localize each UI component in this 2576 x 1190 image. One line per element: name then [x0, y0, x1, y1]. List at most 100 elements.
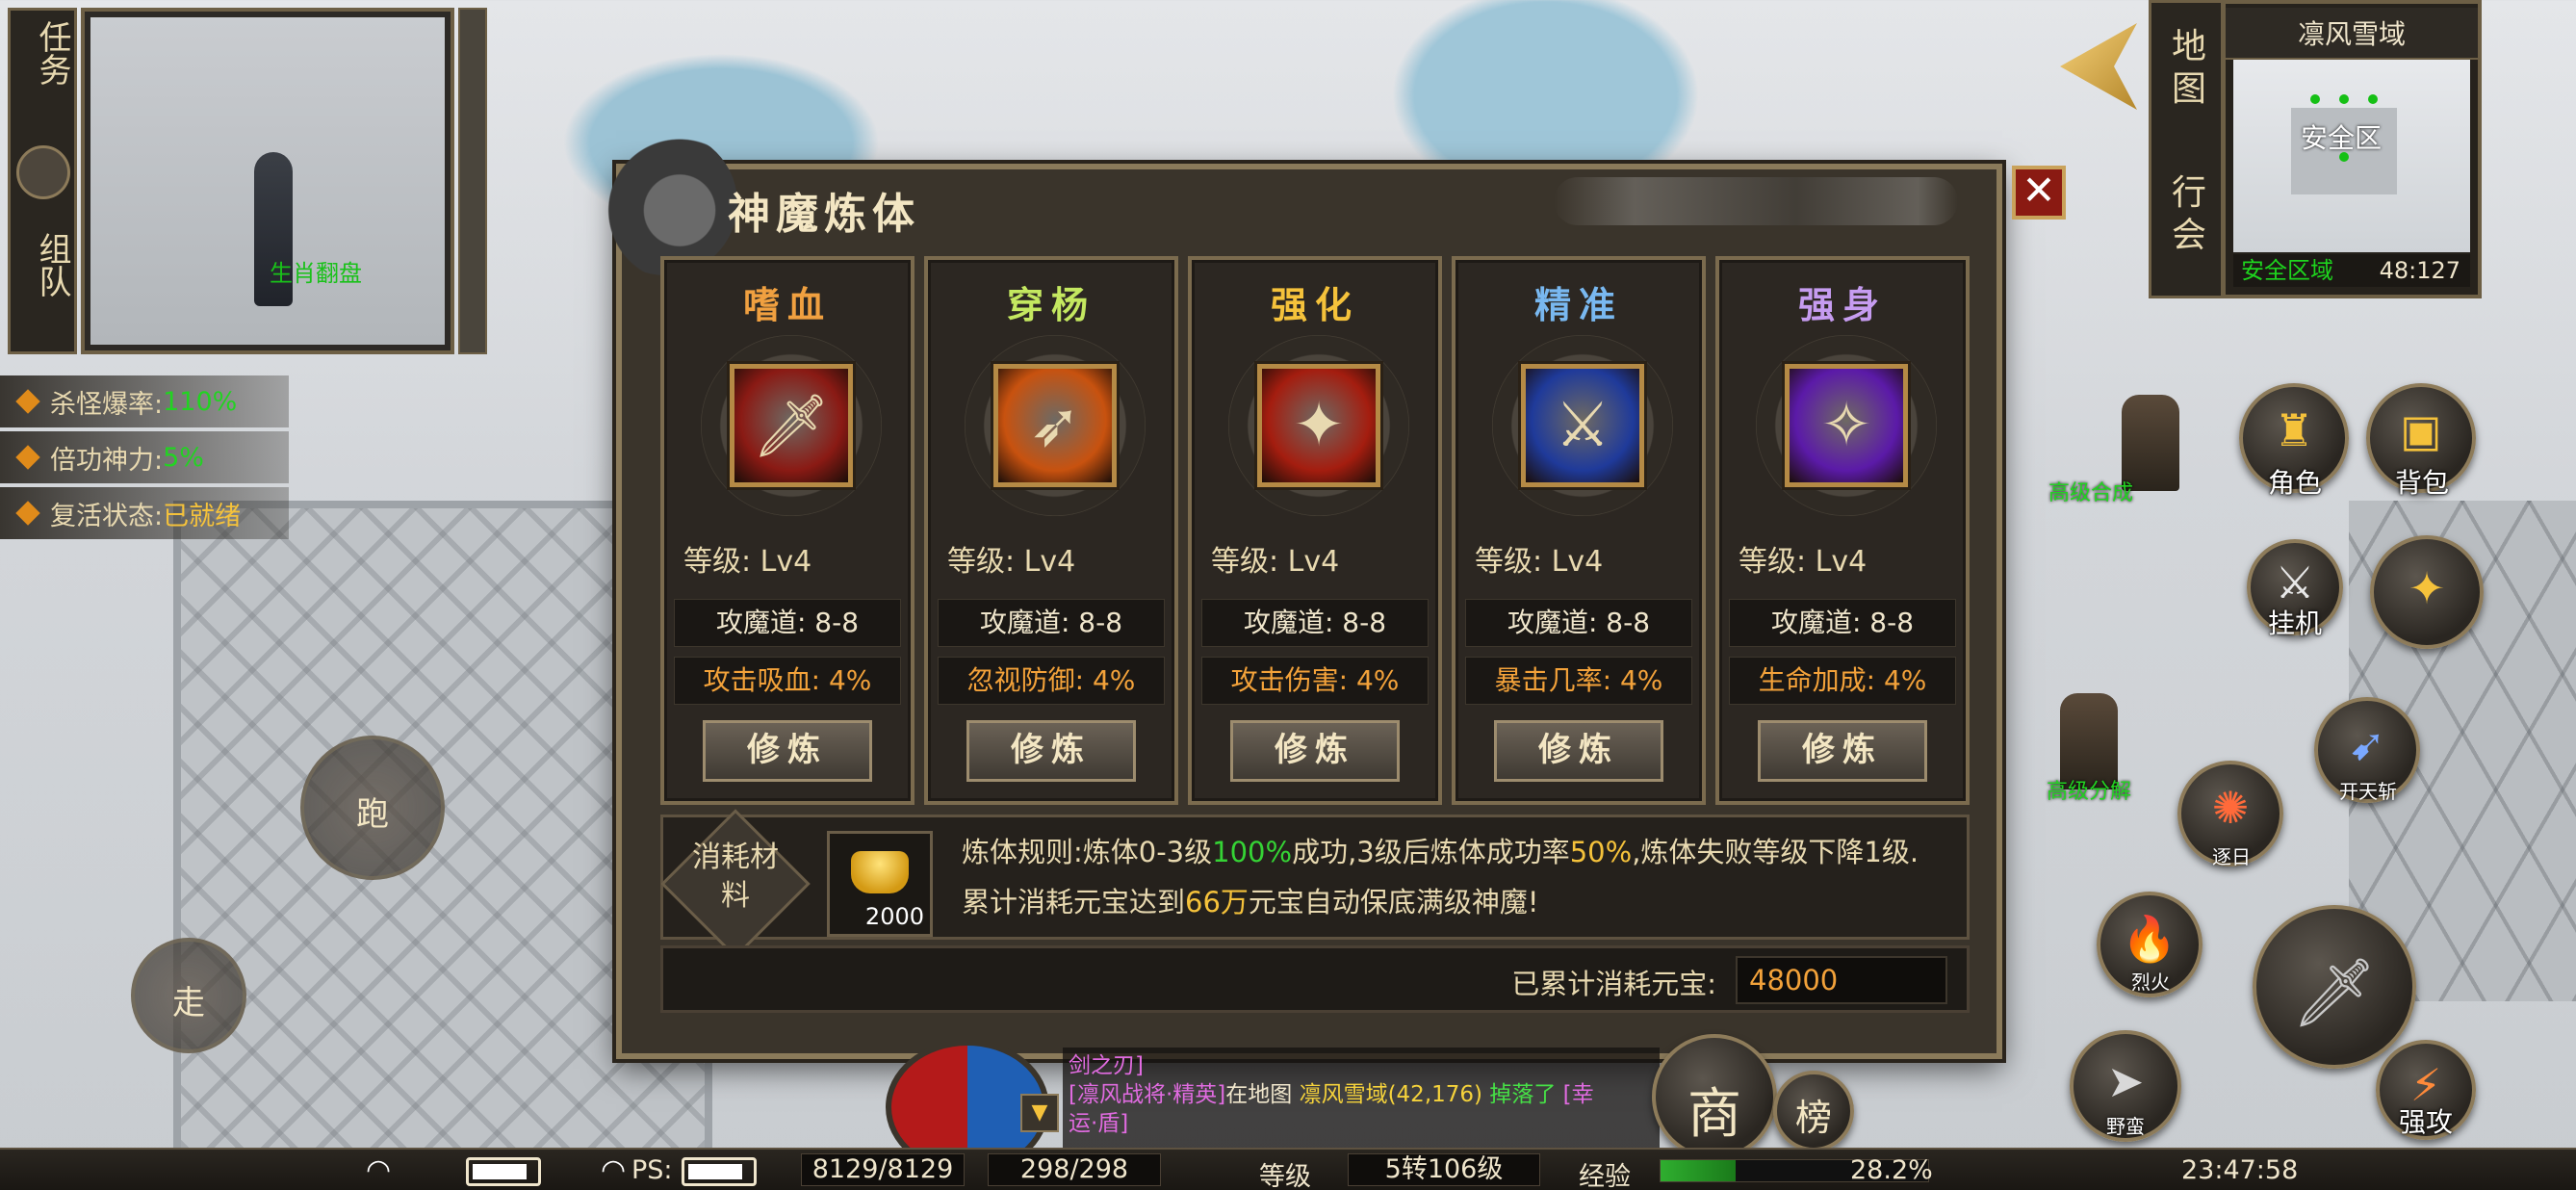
auto-battle-label: 挂机	[2267, 608, 2322, 639]
left-tab-column: 任务 组队	[8, 8, 77, 354]
card-attr-base: 攻魔道: 8-8	[1201, 599, 1429, 647]
fortify-icon[interactable]: ✧	[1785, 364, 1908, 487]
card-title: 强化	[1270, 283, 1359, 326]
map-name: 凛风雪域	[2226, 8, 2478, 60]
special-skill-button[interactable]: ✦	[2370, 535, 2484, 649]
rank-glyph: 榜	[1794, 1097, 1832, 1139]
status-bar: ◠ ◠ PS: 8129/8129 298/298 等级 5转106级 经验 2…	[0, 1148, 2576, 1190]
shop-button[interactable]: 商	[1652, 1034, 1777, 1159]
card-level: 等级: Lv4	[683, 545, 812, 579]
portrait-view: 生肖翻盘	[90, 17, 445, 345]
bag-icon: ▣	[2400, 404, 2442, 456]
card-title: 穿杨	[1006, 283, 1095, 326]
main-attack-button[interactable]: 🗡	[2253, 905, 2416, 1069]
train-button[interactable]: 修炼	[1758, 720, 1927, 782]
navigation-arrow-icon[interactable]	[2060, 23, 2137, 110]
card-level: 等级: Lv4	[1739, 545, 1868, 579]
collapse-panel-button[interactable]	[458, 8, 487, 354]
battery-icon	[466, 1157, 541, 1186]
refine-body-dialog: 神魔炼体 嗜血 🗡 等级: Lv4 攻魔道: 8-8 攻击吸血: 4% 修炼 穿…	[593, 131, 2002, 1059]
sword-icon: 🗡	[2291, 953, 2378, 1032]
stat-row: 倍功神力: 5%	[0, 431, 289, 483]
ranking-button[interactable]: 榜	[1773, 1071, 1854, 1151]
battery-ps-icon	[682, 1157, 757, 1186]
skill-label: 烈火	[2131, 970, 2170, 994]
skill-cards: 嗜血 🗡 等级: Lv4 攻魔道: 8-8 攻击吸血: 4% 修炼 穿杨 ➶ 等…	[660, 256, 1970, 805]
hp-value: 8129/8129	[801, 1153, 965, 1186]
refresh-icon[interactable]	[16, 145, 70, 199]
wifi-icon: ◠	[366, 1153, 392, 1187]
precision-icon[interactable]: ⚔	[1521, 364, 1644, 487]
bag-label: 背包	[2394, 467, 2449, 499]
total-consumed-label: 已累计消耗元宝:	[1511, 968, 1716, 1000]
blade-icon: ➹	[2348, 718, 2386, 770]
map-tab-column: 地图 行会	[2149, 0, 2224, 298]
skill-card-precision: 精准 ⚔ 等级: Lv4 攻魔道: 8-8 暴击几率: 4% 修炼	[1452, 256, 1706, 805]
level-label: 等级	[1259, 1162, 1311, 1190]
safe-area-label: 安全区	[2301, 122, 2383, 154]
tab-task[interactable]: 任务	[14, 20, 71, 86]
chat-line: [凛风战将·精英]在地图 凛风雪域(42,176) 掉落了 [幸	[1069, 1082, 1594, 1107]
consume-area: 消耗材料 2000 炼体规则:炼体0-3级100%成功,3级后炼体成功率50%,…	[660, 809, 1970, 959]
card-attr-bonus: 攻击吸血: 4%	[674, 657, 901, 705]
card-attr-bonus: 攻击伤害: 4%	[1201, 657, 1429, 705]
skill-card-fortify: 强身 ✧ 等级: Lv4 攻魔道: 8-8 生命加成: 4% 修炼	[1715, 256, 1970, 805]
close-button[interactable]: ✕	[2012, 166, 2066, 220]
tab-team[interactable]: 组队	[14, 232, 71, 298]
character-label: 角色	[2267, 467, 2322, 499]
signal-icon: ◠	[601, 1153, 627, 1187]
diamond-icon	[15, 445, 40, 470]
clock: 23:47:58	[2181, 1155, 2299, 1185]
dragon-ornament-right-icon	[1554, 177, 1958, 225]
card-level: 等级: Lv4	[1211, 545, 1340, 579]
stat-label: 复活状态:	[50, 501, 164, 531]
level-value: 5转106级	[1348, 1153, 1540, 1186]
train-button[interactable]: 修炼	[1494, 720, 1663, 782]
card-title: 精准	[1533, 283, 1623, 326]
card-attr-base: 攻魔道: 8-8	[1729, 599, 1956, 647]
exp-label: 经验	[1579, 1162, 1631, 1190]
gold-ingot-slot[interactable]: 2000	[827, 831, 933, 937]
chat-toggle-icon[interactable]: ▼	[1020, 1094, 1059, 1132]
tab-guild[interactable]: 行会	[2161, 172, 2217, 257]
card-title: 嗜血	[742, 283, 832, 326]
coordinates: 48:127	[2379, 257, 2460, 284]
run-button[interactable]: 跑	[300, 736, 445, 880]
train-button[interactable]: 修炼	[1230, 720, 1400, 782]
card-level: 等级: Lv4	[947, 545, 1076, 579]
target-portrait: 生肖翻盘	[81, 8, 454, 354]
skill-label: 逐日	[2212, 845, 2251, 868]
train-button[interactable]: 修炼	[966, 720, 1136, 782]
shop-glyph: 商	[1687, 1083, 1741, 1146]
chat-line: 运·盾]	[1069, 1111, 1129, 1136]
card-attr-bonus: 忽视防御: 4%	[938, 657, 1165, 705]
card-attr-bonus: 生命加成: 4%	[1729, 657, 1956, 705]
star-icon: ✦	[2408, 562, 2446, 614]
enhance-icon[interactable]: ✦	[1257, 364, 1380, 487]
gold-ingot-icon	[851, 851, 909, 893]
npc-synthesis-name[interactable]: 高级合成	[2048, 476, 2133, 506]
train-button[interactable]: 修炼	[703, 720, 872, 782]
bloodthirst-icon[interactable]: 🗡	[730, 364, 853, 487]
total-consumed-bar: 已累计消耗元宝: 48000	[660, 945, 1970, 1013]
minimap-view[interactable]: 安全区	[2233, 60, 2470, 252]
piercing-icon[interactable]: ➶	[993, 364, 1117, 487]
charge-icon: ➤	[2106, 1055, 2145, 1107]
minimap: 凛风雪域 安全区 安全区域 48:127	[2222, 0, 2482, 298]
skill-card-piercing: 穿杨 ➶ 等级: Lv4 攻魔道: 8-8 忽视防御: 4% 修炼	[924, 256, 1178, 805]
diamond-icon	[15, 501, 40, 526]
tab-map[interactable]: 地图	[2161, 26, 2217, 111]
chat-line: 剑之刃]	[1069, 1053, 1144, 1078]
diamond-icon	[15, 389, 40, 414]
walk-button[interactable]: 走	[131, 938, 246, 1053]
refine-rule-text: 炼体规则:炼体0-3级100%成功,3级后炼体成功率50%,炼体失败等级下降1级…	[962, 836, 1919, 918]
crossed-swords-icon: ⚔	[2275, 556, 2315, 608]
npc-decompose-name[interactable]: 高级分解	[2047, 774, 2131, 805]
card-attr-base: 攻魔道: 8-8	[938, 599, 1165, 647]
minimap-footer: 安全区域 48:127	[2233, 254, 2470, 287]
zone-status: 安全区域	[2241, 257, 2333, 284]
walk-label: 走	[172, 984, 205, 1022]
chat-log[interactable]: 剑之刃] [凛风战将·精英]在地图 凛风雪域(42,176) 掉落了 [幸 运·…	[1063, 1048, 1660, 1151]
skill-card-enhance: 强化 ✦ 等级: Lv4 攻魔道: 8-8 攻击伤害: 4% 修炼	[1188, 256, 1442, 805]
skill-card-bloodthirst: 嗜血 🗡 等级: Lv4 攻魔道: 8-8 攻击吸血: 4% 修炼	[660, 256, 914, 805]
